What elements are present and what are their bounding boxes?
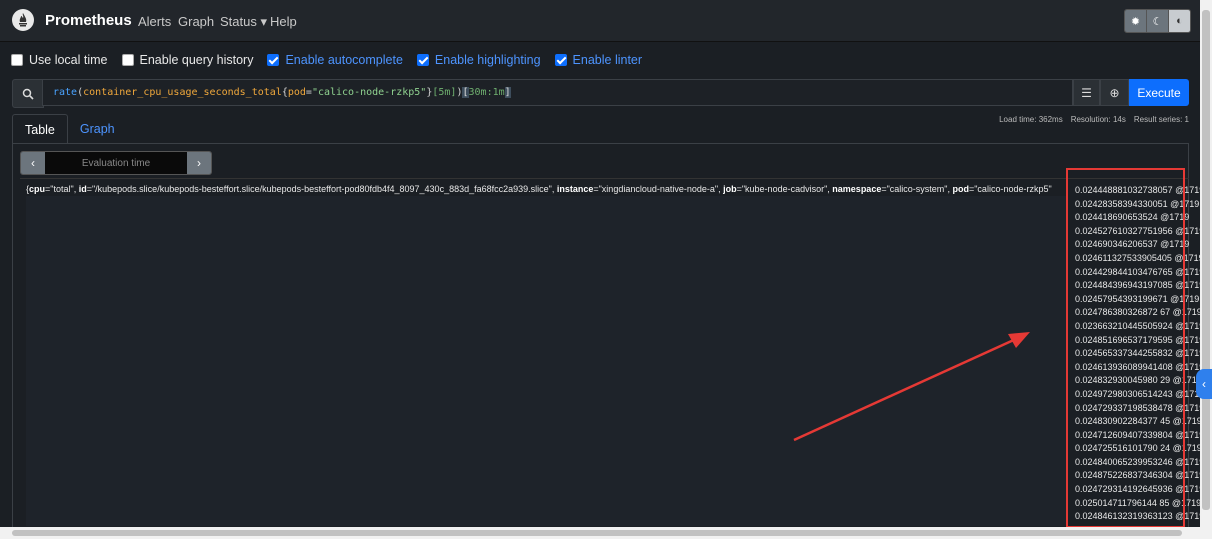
checkbox-enable-query-history[interactable] [121, 54, 134, 66]
query-options: Use local time Enable query history Enab… [11, 51, 656, 69]
annotation-arrow [793, 332, 1030, 442]
label-key-pod: pod [952, 184, 969, 194]
evaluation-time-input[interactable]: Evaluation time [45, 152, 187, 174]
resolution: Resolution: 14s [1070, 115, 1126, 124]
series-labels: {cpu="total", id="/kubepods.slice/kubepo… [26, 184, 1052, 194]
chevron-left-icon[interactable]: ‹ [1196, 369, 1212, 399]
checkbox-enable-autocomplete[interactable] [267, 54, 280, 66]
contrast-icon[interactable]: ◐ [1169, 10, 1190, 32]
top-navbar: Prometheus Alerts Graph Status ▾ Help ✹ … [0, 0, 1200, 42]
nav-link-status[interactable]: Status ▾ [220, 14, 267, 30]
label-key-cpu: cpu [29, 184, 46, 194]
scrollbar-thumb[interactable] [1202, 10, 1210, 510]
moon-icon[interactable]: ☾ [1147, 10, 1169, 32]
checkbox-use-local-time[interactable] [11, 54, 23, 66]
panel-tabs: Table Graph [12, 114, 127, 145]
tab-table[interactable]: Table [12, 114, 68, 145]
option-label: Enable linter [572, 53, 643, 67]
nav-link-graph[interactable]: Graph [178, 14, 214, 29]
chevron-right-icon[interactable]: › [187, 152, 211, 174]
option-label: Enable highlighting [434, 53, 541, 67]
format-query-icon[interactable]: ☰ [1073, 79, 1100, 106]
option-label: Use local time [29, 53, 108, 67]
label-val-cpu: ="total", [45, 184, 79, 194]
query-subquery-close: ] [504, 87, 511, 98]
checkbox-enable-linter[interactable] [554, 54, 567, 66]
theme-toggle-group: ✹ ☾ ◐ [1124, 9, 1191, 33]
execute-button[interactable]: Execute [1129, 79, 1189, 106]
nav-link-alerts[interactable]: Alerts [138, 14, 171, 29]
option-enable-linter[interactable]: Enable linter [554, 53, 643, 67]
prometheus-logo-icon[interactable] [12, 9, 34, 31]
label-key-instance: instance [556, 184, 594, 194]
nav-link-help[interactable]: Help [270, 14, 297, 29]
checkbox-enable-highlighting[interactable] [416, 54, 429, 66]
query-input[interactable]: rate(container_cpu_usage_seconds_total{p… [42, 79, 1073, 106]
brand-title[interactable]: Prometheus [45, 12, 132, 29]
query-stats: Load time: 362ms Resolution: 14s Result … [999, 115, 1189, 124]
label-val-namespace: ="calico-system", [881, 184, 953, 194]
metrics-explorer-icon[interactable]: ⊕ [1100, 79, 1129, 106]
evaluation-time-control: ‹ Evaluation time › [20, 151, 212, 175]
chevron-left-icon[interactable]: ‹ [21, 152, 45, 174]
load-time: Load time: 362ms [999, 115, 1063, 124]
table-divider [20, 178, 1189, 179]
label-key-namespace: namespace [832, 184, 882, 194]
tab-graph[interactable]: Graph [68, 114, 127, 144]
result-series: Result series: 1 [1133, 115, 1189, 124]
option-enable-highlighting[interactable]: Enable highlighting [416, 53, 541, 67]
option-label: Enable autocomplete [285, 53, 403, 67]
label-val-id: ="/kubepods.slice/kubepods-besteffort.sl… [86, 184, 557, 194]
query-label-value: "calico-node-rzkp5" [311, 87, 427, 98]
search-icon [12, 79, 44, 108]
query-function: rate [53, 87, 78, 98]
scrollbar-thumb[interactable] [12, 530, 1182, 536]
horizontal-scrollbar[interactable] [0, 527, 1200, 539]
query-range: [5m] [432, 87, 457, 98]
query-label-name: pod [287, 87, 306, 98]
label-key-id: id [78, 184, 87, 194]
label-val-job: ="kube-node-cadvisor", [736, 184, 833, 194]
vertical-scrollbar[interactable] [1200, 0, 1212, 539]
option-label: Enable query history [139, 53, 254, 67]
label-val-instance: ="xingdiancloud-native-node-a", [593, 184, 724, 194]
query-metric: container_cpu_usage_seconds_total [83, 87, 282, 98]
label-key-job: job [723, 184, 737, 194]
option-use-local-time[interactable]: Use local time [11, 53, 108, 67]
sun-icon[interactable]: ✹ [1125, 10, 1147, 32]
label-val-pod: ="calico-node-rzkp5" [968, 184, 1052, 194]
option-enable-autocomplete[interactable]: Enable autocomplete [267, 53, 403, 67]
query-subquery: 30m:1m [468, 87, 505, 98]
highlight-box-annotation [1066, 168, 1185, 528]
option-enable-query-history[interactable]: Enable query history [121, 53, 254, 67]
